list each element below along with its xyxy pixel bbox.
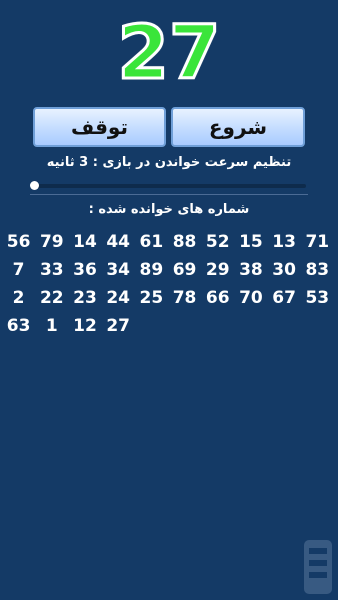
called-number: 23 [73, 288, 97, 308]
called-number: 22 [39, 288, 64, 308]
called-number: 66 [205, 288, 230, 308]
called-number: 70 [239, 288, 263, 308]
called-number: 71 [305, 232, 330, 252]
called-number: 33 [39, 260, 64, 280]
divider [30, 194, 308, 195]
called-number: 53 [305, 288, 330, 308]
called-number: 36 [73, 260, 97, 280]
called-number: 61 [139, 232, 164, 252]
stop-button[interactable]: توقف [33, 107, 166, 147]
app-logo-watermark [304, 540, 332, 594]
called-number: 34 [106, 260, 130, 280]
called-number: 56 [6, 232, 31, 252]
called-number: 29 [205, 260, 230, 280]
called-number: 69 [172, 260, 197, 280]
called-number: 27 [106, 316, 130, 336]
called-number: 44 [106, 232, 130, 252]
called-numbers-row: 63 1 12 27 [2, 312, 336, 340]
called-numbers-row: 7 33 36 34 89 69 29 38 30 83 [2, 256, 336, 284]
called-number: 78 [172, 288, 197, 308]
called-number: 63 [6, 316, 31, 336]
called-number: 1 [45, 316, 58, 336]
called-number: 13 [272, 232, 296, 252]
called-numbers-row: 56 79 14 44 61 88 52 15 13 71 [2, 228, 336, 256]
called-number: 25 [139, 288, 164, 308]
called-number: 38 [239, 260, 263, 280]
called-number: 15 [239, 232, 263, 252]
called-number: 12 [73, 316, 97, 336]
called-number: 7 [12, 260, 25, 280]
speed-slider-thumb[interactable] [30, 181, 39, 190]
called-number: 14 [73, 232, 97, 252]
called-number: 67 [272, 288, 296, 308]
called-number: 52 [205, 232, 230, 252]
called-number: 2 [12, 288, 25, 308]
start-button[interactable]: شروع [171, 107, 305, 147]
called-numbers-row: 2 22 23 24 25 78 66 70 67 53 [2, 284, 336, 312]
called-number: 83 [305, 260, 330, 280]
speed-label: تنظیم سرعت خواندن در بازی : 3 ثانیه [46, 155, 292, 170]
current-number: 27 [116, 9, 222, 98]
called-numbers-grid: 56 79 14 44 61 88 52 15 13 71 7 33 36 34 89 69 29 38 30 83 2… [2, 228, 336, 340]
called-number: 88 [172, 232, 197, 252]
called-number: 79 [39, 232, 64, 252]
called-number: 24 [106, 288, 130, 308]
called-number: 89 [139, 260, 164, 280]
called-number: 30 [272, 260, 296, 280]
speed-slider[interactable] [34, 184, 306, 188]
called-numbers-label: شماره های خوانده شده : [88, 202, 250, 217]
